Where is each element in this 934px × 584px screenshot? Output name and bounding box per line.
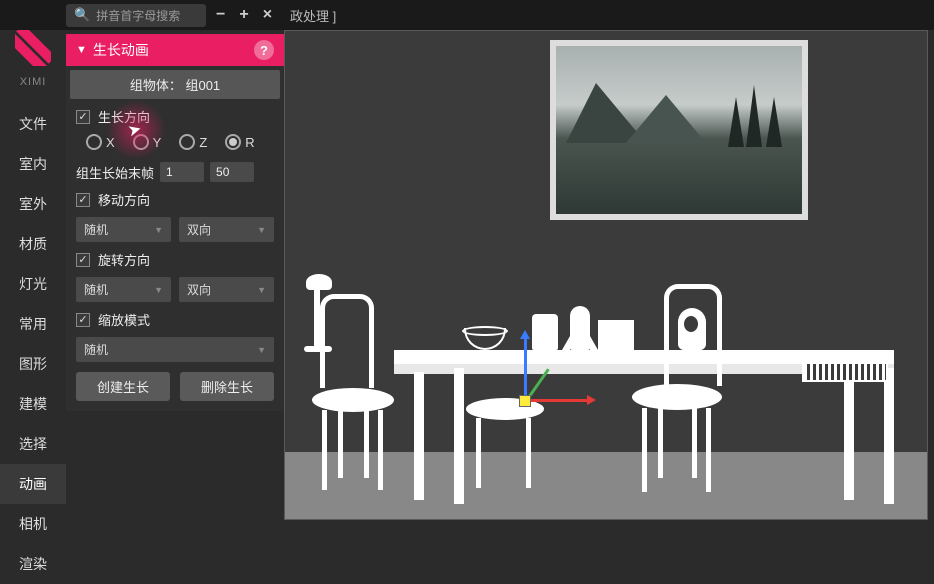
scale-mode-selects: 随机▼ <box>66 333 284 366</box>
zoom-out-button[interactable]: − <box>212 6 229 24</box>
nav-item-7[interactable]: 建模 <box>0 384 66 424</box>
tab-label[interactable]: 政处理 ] <box>290 6 336 25</box>
zoom-in-button[interactable]: + <box>235 6 252 24</box>
move-direction-selects: 随机▼ 双向▼ <box>66 213 284 246</box>
gizmo-y-axis[interactable] <box>524 338 527 402</box>
chevron-down-icon: ▼ <box>154 285 163 295</box>
close-button[interactable]: × <box>259 6 276 24</box>
group-object-value: 组001 <box>185 78 220 93</box>
panel-body: 组物体： 组001 生长方向 X Y Z R 组生长始末帧 移动方向 随机▼ 双… <box>66 70 284 411</box>
help-icon[interactable]: ? <box>254 40 274 60</box>
chevron-down-icon: ▼ <box>257 285 266 295</box>
desk-tray <box>802 362 888 382</box>
nav-item-6[interactable]: 图形 <box>0 344 66 384</box>
group-object-row[interactable]: 组物体： 组001 <box>70 70 280 99</box>
grow-direction-label: 生长方向 <box>98 107 150 126</box>
left-nav: 文件室内室外材质灯光常用图形建模选择动画相机渲染 <box>0 104 66 526</box>
nav-item-10[interactable]: 相机 <box>0 504 66 544</box>
rotate-direction-checkbox[interactable] <box>76 253 90 267</box>
move-dir-select[interactable]: 双向▼ <box>179 217 274 242</box>
chair-middle <box>462 350 552 490</box>
rotate-direction-row[interactable]: 旋转方向 <box>66 246 284 273</box>
grow-direction-row[interactable]: 生长方向 <box>66 103 284 130</box>
axis-x-radio[interactable]: X <box>86 134 115 150</box>
nav-item-3[interactable]: 材质 <box>0 224 66 264</box>
move-direction-row[interactable]: 移动方向 <box>66 186 284 213</box>
grow-animation-panel: ▼ 生长动画 ? 组物体： 组001 生长方向 X Y Z R 组生长始末帧 移… <box>66 34 284 411</box>
axis-z-radio[interactable]: Z <box>179 134 207 150</box>
chair-right <box>622 284 732 494</box>
chair-left <box>306 294 406 494</box>
desk-jar <box>532 314 558 350</box>
rotate-direction-selects: 随机▼ 双向▼ <box>66 273 284 306</box>
nav-item-8[interactable]: 选择 <box>0 424 66 464</box>
scale-mode-label: 缩放模式 <box>98 310 150 329</box>
nav-item-0[interactable]: 文件 <box>0 104 66 144</box>
search-placeholder: 拼音首字母搜索 <box>96 7 180 24</box>
desk-rocket <box>570 306 590 350</box>
nav-item-9[interactable]: 动画 <box>0 464 66 504</box>
brand-label: XIMI <box>20 76 47 88</box>
frame-start-input[interactable] <box>160 162 204 182</box>
axis-r-radio[interactable]: R <box>225 134 254 150</box>
scale-mode-select[interactable]: 随机▼ <box>76 337 274 362</box>
frame-range-label: 组生长始末帧 <box>76 163 154 182</box>
move-direction-checkbox[interactable] <box>76 193 90 207</box>
table-leg <box>844 372 854 500</box>
scale-mode-row[interactable]: 缩放模式 <box>66 306 284 333</box>
chevron-down-icon: ▼ <box>257 225 266 235</box>
nav-item-4[interactable]: 灯光 <box>0 264 66 304</box>
gizmo-origin[interactable] <box>519 395 531 407</box>
app-logo-icon <box>15 30 51 66</box>
chevron-down-icon: ▼ <box>257 345 266 355</box>
search-input[interactable]: 🔍 拼音首字母搜索 <box>66 4 206 27</box>
logo-area: XIMI <box>0 0 66 104</box>
frame-range-row: 组生长始末帧 <box>66 158 284 186</box>
nav-item-1[interactable]: 室内 <box>0 144 66 184</box>
move-direction-label: 移动方向 <box>98 190 150 209</box>
group-object-label: 组物体： <box>130 78 182 93</box>
nav-item-5[interactable]: 常用 <box>0 304 66 344</box>
delete-grow-button[interactable]: 删除生长 <box>180 372 274 401</box>
nav-item-11[interactable]: 渲染 <box>0 544 66 584</box>
grow-direction-checkbox[interactable] <box>76 110 90 124</box>
axis-radio-row: X Y Z R <box>66 130 284 158</box>
axis-y-radio[interactable]: Y <box>133 134 162 150</box>
frame-end-input[interactable] <box>210 162 254 182</box>
rotate-direction-label: 旋转方向 <box>98 250 150 269</box>
chevron-down-icon: ▼ <box>76 44 87 56</box>
table-leg <box>414 372 424 500</box>
nav-item-2[interactable]: 室外 <box>0 184 66 224</box>
rotate-mode-select[interactable]: 随机▼ <box>76 277 171 302</box>
rotate-dir-select[interactable]: 双向▼ <box>179 277 274 302</box>
gizmo-x-axis[interactable] <box>524 399 588 402</box>
search-icon: 🔍 <box>74 7 90 23</box>
panel-title: 生长动画 <box>93 40 149 60</box>
scale-mode-checkbox[interactable] <box>76 313 90 327</box>
wall-picture <box>550 40 808 220</box>
top-toolbar: 🔍 拼音首字母搜索 − + × 政处理 ] <box>0 0 934 30</box>
3d-viewport[interactable] <box>284 30 928 520</box>
panel-header[interactable]: ▼ 生长动画 ? <box>66 34 284 66</box>
table-leg <box>884 368 894 504</box>
create-grow-button[interactable]: 创建生长 <box>76 372 170 401</box>
panel-button-row: 创建生长 删除生长 <box>66 366 284 411</box>
chevron-down-icon: ▼ <box>154 225 163 235</box>
move-mode-select[interactable]: 随机▼ <box>76 217 171 242</box>
